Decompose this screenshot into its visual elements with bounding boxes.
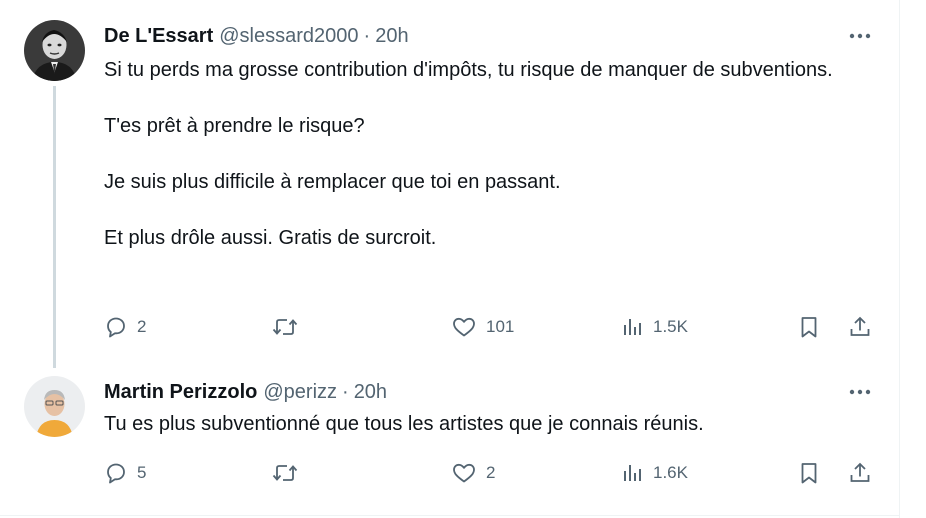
like-button[interactable]: 101 — [451, 313, 514, 341]
timestamp[interactable]: 20h — [375, 25, 408, 48]
views-button[interactable]: 1.5K — [622, 313, 688, 341]
retweet-button[interactable] — [272, 459, 307, 487]
avatar[interactable] — [24, 20, 85, 81]
views-bar-chart-icon — [624, 465, 641, 481]
avatar-portrait-image — [24, 20, 85, 81]
tweet-paragraph: T'es prêt à prendre le risque? — [104, 115, 365, 137]
action-bar: 5 2 1.6K — [104, 459, 884, 487]
heart-icon — [453, 317, 475, 337]
tweet-header: De L'Essart @slessard2000 · 20h — [104, 22, 409, 50]
timeline: De L'Essart @slessard2000 · 20h Si tu pe… — [0, 0, 926, 518]
reply-count: 2 — [137, 317, 147, 336]
share-upload-icon — [850, 316, 870, 336]
user-handle[interactable]: @perizz — [263, 381, 337, 404]
display-name[interactable]: Martin Perizzolo — [104, 381, 257, 404]
tweet-paragraph: Et plus drôle aussi. Gratis de surcroit. — [104, 227, 437, 249]
like-button[interactable]: 2 — [451, 459, 495, 487]
like-count: 2 — [486, 463, 496, 482]
divider — [0, 515, 899, 516]
views-count: 1.6K — [653, 463, 688, 482]
bookmark-button[interactable] — [798, 313, 820, 341]
tweet-paragraph: Tu es plus subventionné que tous les art… — [104, 413, 704, 435]
share-button[interactable] — [848, 313, 872, 341]
display-name[interactable]: De L'Essart — [104, 25, 213, 48]
user-handle[interactable]: @slessard2000 — [219, 25, 358, 48]
reply-bubble-icon — [107, 317, 125, 338]
bookmark-icon — [801, 317, 817, 338]
reply-button[interactable]: 2 — [104, 313, 146, 341]
views-count: 1.5K — [653, 317, 688, 336]
separator-dot: · — [363, 24, 371, 47]
like-count: 101 — [486, 317, 515, 336]
tweet-header: Martin Perizzolo @perizz · 20h — [104, 378, 387, 406]
action-bar: 2 101 1.5K — [104, 313, 884, 341]
avatar[interactable] — [24, 376, 85, 437]
reply-bubble-icon — [107, 463, 125, 484]
separator-dot: · — [342, 380, 349, 403]
tweet-text: Tu es plus subventionné que tous les art… — [104, 410, 864, 438]
tweet-paragraph: Si tu perds ma grosse contribution d'imp… — [104, 59, 833, 81]
bookmark-button[interactable] — [798, 459, 820, 487]
thread-line — [53, 86, 56, 368]
views-bar-chart-icon — [624, 319, 641, 335]
more-horizontal-icon — [849, 33, 871, 39]
bookmark-icon — [801, 463, 817, 484]
column-border — [899, 0, 900, 518]
more-options-button[interactable] — [842, 22, 878, 50]
retweet-button[interactable] — [272, 313, 307, 341]
avatar-portrait-image — [24, 376, 85, 437]
more-horizontal-icon — [849, 389, 871, 395]
retweet-icon — [272, 465, 298, 481]
tweet[interactable]: Martin Perizzolo @perizz · 20h Tu es plu… — [0, 358, 899, 515]
views-button[interactable]: 1.6K — [622, 459, 688, 487]
more-options-button[interactable] — [842, 378, 878, 406]
reply-count: 5 — [137, 463, 147, 482]
timestamp[interactable]: 20h — [354, 381, 387, 404]
retweet-icon — [272, 319, 298, 335]
heart-icon — [453, 463, 475, 483]
tweet-text: Si tu perds ma grosse contribution d'imp… — [104, 56, 864, 252]
tweet-paragraph: Je suis plus difficile à remplacer que t… — [104, 171, 561, 193]
tweet[interactable]: De L'Essart @slessard2000 · 20h Si tu pe… — [0, 0, 899, 368]
share-upload-icon — [850, 462, 870, 482]
share-button[interactable] — [848, 459, 872, 487]
reply-button[interactable]: 5 — [104, 459, 146, 487]
